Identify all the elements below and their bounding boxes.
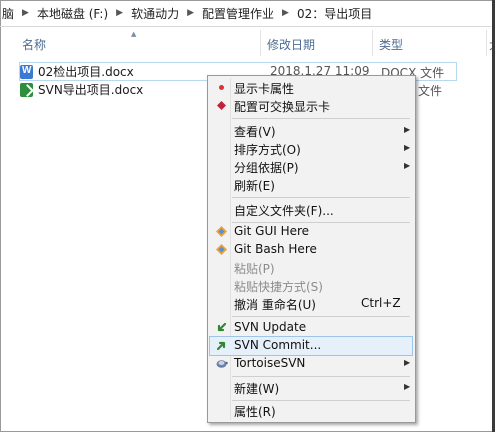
menu-separator [232,376,410,377]
git-icon [216,226,227,237]
menu-item-git-bash[interactable]: Git Bash Here [210,241,412,259]
menu-item-undo-rename[interactable]: 撤消 重命名(U) Ctrl+Z [210,295,412,313]
column-divider[interactable] [486,30,487,56]
menu-item-paste[interactable]: 粘贴(P) [210,259,412,277]
submenu-arrow-icon: ▶ [404,161,411,170]
menu-item-label: 粘贴(P) [234,262,275,276]
graphics-diamond-icon [217,101,226,110]
file-name: 02检出项目.docx [38,65,134,79]
menu-item-customize-folder[interactable]: 自定义文件夹(F)... [210,201,412,219]
chevron-right-icon[interactable]: ▶ [181,8,200,18]
menu-item-display-properties[interactable]: 显示卡属性 [210,79,412,97]
menu-item-tortoisesvn[interactable]: TortoiseSVN ▶ [210,355,412,373]
menu-item-label: 配置可交换显示卡 [234,100,331,114]
submenu-arrow-icon: ▶ [404,358,411,367]
menu-item-sort-by[interactable]: 排序方式(O) ▶ [210,140,412,158]
menu-item-label: 自定义文件夹(F)... [234,204,334,218]
breadcrumb-item-folder2[interactable]: 配置管理作业 [200,5,276,22]
menu-item-label: 排序方式(O) [234,143,301,157]
submenu-arrow-icon: ▶ [404,125,411,134]
menu-item-label: Git Bash Here [234,242,317,256]
file-name: SVN导出项目.docx [38,83,144,97]
chevron-right-icon[interactable]: ▶ [276,8,295,18]
menu-item-switchable-graphics[interactable]: 配置可交换显示卡 [210,97,412,115]
menu-item-view[interactable]: 查看(V) ▶ [210,122,412,140]
breadcrumb-item-folder1[interactable]: 软通动力 [129,5,181,22]
svn-update-icon [217,322,227,332]
menu-item-shortcut: Ctrl+Z [361,296,401,310]
menu-item-label: 刷新(E) [234,179,275,193]
breadcrumb-item-current[interactable]: 02：导出项目 [295,5,374,22]
git-icon [216,244,227,255]
menu-item-label: 显示卡属性 [234,82,295,96]
menu-item-new[interactable]: 新建(W) ▶ [210,379,412,397]
menu-separator [232,118,410,119]
file-row[interactable]: SVN导出项目.docx 文件 [20,81,442,98]
column-header: ▲ 名称 修改日期 类型 大 [0,30,495,56]
menu-item-label: TortoiseSVN [234,356,306,370]
menu-item-svn-update[interactable]: SVN Update [210,319,412,337]
breadcrumb: 脑 ▶ 本地磁盘 (F:) ▶ 软通动力 ▶ 配置管理作业 ▶ 02：导出项目 [0,0,491,27]
display-properties-icon [219,85,224,90]
submenu-arrow-icon: ▶ [404,382,411,391]
column-type[interactable]: 类型 [379,36,403,53]
menu-item-label: 粘贴快捷方式(S) [234,280,323,294]
column-divider[interactable] [372,30,373,56]
menu-item-label: 属性(R) [234,405,276,419]
menu-item-label: SVN Commit... [234,338,322,352]
menu-item-label: Git GUI Here [234,224,310,238]
menu-item-group-by[interactable]: 分组依据(P) ▶ [210,158,412,176]
menu-item-label: 撤消 重命名(U) [234,298,316,312]
word-doc-icon [20,64,33,79]
chevron-right-icon[interactable]: ▶ [16,8,35,18]
column-date[interactable]: 修改日期 [267,36,315,53]
chevron-right-icon[interactable]: ▶ [110,8,129,18]
file-type: 文件 [418,84,443,98]
menu-item-git-gui[interactable]: Git GUI Here [210,223,412,241]
tortoise-icon [216,360,228,368]
submenu-arrow-icon: ▶ [404,143,411,152]
column-divider[interactable] [260,30,261,56]
menu-separator [232,316,410,317]
svn-commit-icon [216,341,226,351]
menu-item-label: 查看(V) [234,125,276,139]
menu-separator [232,400,410,401]
menu-item-refresh[interactable]: 刷新(E) [210,176,412,194]
menu-item-label: SVN Update [234,320,307,334]
menu-item-svn-commit[interactable]: SVN Commit... [209,336,413,356]
menu-item-properties[interactable]: 属性(R) [210,402,412,420]
column-name[interactable]: 名称 [22,36,46,53]
menu-item-paste-shortcut[interactable]: 粘贴快捷方式(S) [210,277,412,295]
menu-separator [232,197,410,198]
context-menu: 显示卡属性 配置可交换显示卡 查看(V) ▶ 排序方式(O) ▶ 分组依据(P)… [207,75,416,423]
menu-item-label: 新建(W) [234,382,280,396]
svn-doc-icon [20,82,33,97]
sort-ascending-icon: ▲ [131,30,137,38]
menu-item-label: 分组依据(P) [234,161,299,175]
breadcrumb-lead[interactable]: 脑 [0,5,16,22]
breadcrumb-item-drive[interactable]: 本地磁盘 (F:) [35,5,110,22]
